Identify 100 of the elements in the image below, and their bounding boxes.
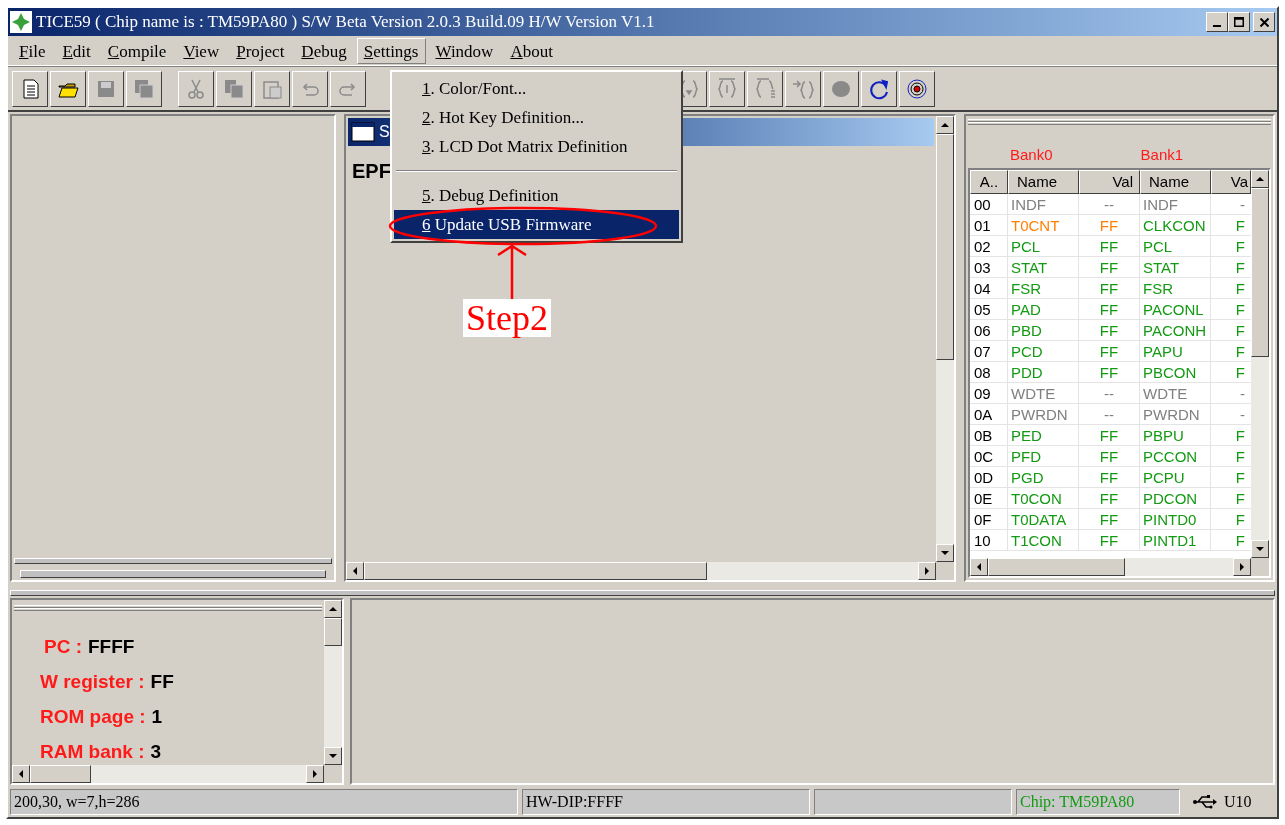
child-window-title: S — [379, 122, 390, 142]
scroll-thumb[interactable] — [936, 134, 954, 360]
table-cell: FSR — [1140, 278, 1211, 298]
table-cell: STAT — [1140, 257, 1211, 277]
triangle-right-icon — [311, 769, 319, 779]
menu-item[interactable]: View — [176, 37, 227, 64]
triangle-right-icon — [1238, 562, 1246, 572]
triangle-left-icon — [975, 562, 983, 572]
scroll-left-button[interactable] — [12, 765, 30, 783]
menu-item[interactable]: Window — [428, 37, 501, 64]
scroll-left-button[interactable] — [970, 558, 988, 576]
table-cell: 0E — [970, 488, 1008, 508]
vertical-scrollbar[interactable] — [1251, 170, 1269, 558]
scroll-right-button[interactable] — [918, 562, 936, 580]
close-icon — [1259, 17, 1269, 27]
table-cell-text: F — [1234, 342, 1246, 361]
toolbar-button[interactable] — [292, 70, 328, 107]
toolbar-button[interactable] — [88, 70, 124, 107]
status-chip: Chip: TM59PA80 — [1016, 789, 1180, 815]
menu-item[interactable]: Edit — [55, 37, 98, 64]
table-cell: PDD — [1008, 362, 1079, 382]
table-cell: 01 — [970, 215, 1008, 235]
menu-item[interactable]: File — [12, 37, 53, 64]
table-cell-text: F — [1234, 300, 1246, 319]
table-cell-text: F — [1234, 363, 1246, 382]
scroll-thumb[interactable] — [1251, 188, 1269, 357]
table-cell: PAD — [1008, 299, 1079, 319]
column-header[interactable]: Val — [1079, 170, 1140, 194]
scroll-thumb[interactable] — [30, 765, 91, 783]
horizontal-scrollbar[interactable] — [12, 765, 324, 783]
status-position: 200,30, w=7,h=286 — [10, 789, 518, 815]
menu-item[interactable]: 6 Update USB Firmware — [394, 210, 679, 239]
triangle-down-icon — [940, 549, 950, 557]
toolbar-button[interactable] — [823, 70, 859, 107]
scroll-down-button[interactable] — [1251, 540, 1269, 558]
scroll-thumb[interactable] — [324, 618, 342, 647]
vertical-scrollbar[interactable] — [324, 600, 342, 765]
panel-grip[interactable] — [14, 604, 322, 612]
menu-item[interactable]: 1. Color/Font... — [394, 74, 679, 103]
toolbar-button[interactable] — [126, 70, 162, 107]
vertical-scrollbar[interactable] — [936, 116, 954, 562]
column-header[interactable]: Name — [1008, 170, 1079, 194]
toolbar-button[interactable] — [747, 70, 783, 107]
triangle-down-icon — [1255, 545, 1265, 553]
table-cell: FF — [1079, 320, 1140, 340]
horizontal-scrollbar[interactable] — [346, 562, 936, 580]
toolbar-button[interactable] — [12, 70, 48, 107]
table-cell: INDF — [1140, 194, 1211, 214]
menu-item[interactable]: Debug — [294, 37, 354, 64]
toolbar-button[interactable] — [216, 70, 252, 107]
scroll-left-button[interactable] — [346, 562, 364, 580]
braces-icon — [715, 76, 739, 101]
scroll-up-button[interactable] — [324, 600, 342, 618]
scroll-up-button[interactable] — [936, 116, 954, 134]
panel-grip[interactable] — [968, 118, 1271, 126]
menu-item[interactable]: Project — [229, 37, 292, 64]
toolbar-button[interactable] — [254, 70, 290, 107]
table-cell: STAT — [1008, 257, 1079, 277]
table-cell: PCD — [1008, 341, 1079, 361]
toolbar-button[interactable] — [899, 70, 935, 107]
table-cell: PCL — [1140, 236, 1211, 256]
table-cell: PBCON — [1140, 362, 1211, 382]
table-cell-text: F — [1234, 531, 1246, 550]
scroll-thumb[interactable] — [988, 558, 1126, 576]
status-value: 3 — [150, 740, 162, 764]
scroll-down-button[interactable] — [324, 747, 342, 765]
table-cell: PCCON — [1140, 446, 1211, 466]
column-header[interactable]: Name — [1140, 170, 1211, 194]
toolbar-button[interactable] — [178, 70, 214, 107]
close-button[interactable] — [1253, 12, 1275, 32]
table-cell: PACONH — [1140, 320, 1211, 340]
toolbar-button[interactable] — [330, 70, 366, 107]
menu-item[interactable]: 5. Debug Definition — [394, 181, 679, 210]
table-cell: PACONL — [1140, 299, 1211, 319]
menu-item[interactable]: 2. Hot Key Definition... — [394, 103, 679, 132]
triangle-up-icon — [1255, 175, 1265, 183]
triangle-left-icon — [17, 769, 25, 779]
table-cell: PBD — [1008, 320, 1079, 340]
scroll-right-button[interactable] — [1233, 558, 1251, 576]
minimize-button[interactable] — [1206, 12, 1228, 32]
maximize-button[interactable] — [1228, 12, 1250, 32]
menu-item[interactable]: Compile — [100, 37, 174, 64]
scroll-right-button[interactable] — [306, 765, 324, 783]
menu-item[interactable]: Settings — [356, 37, 426, 64]
table-cell: WDTE — [1008, 383, 1079, 403]
scroll-down-button[interactable] — [936, 544, 954, 562]
table-cell: 03 — [970, 257, 1008, 277]
toolbar-button[interactable] — [785, 70, 821, 107]
menu-item[interactable]: 3. LCD Dot Matrix Definition — [394, 132, 679, 161]
horizontal-scrollbar[interactable] — [970, 558, 1251, 576]
toolbar-button[interactable] — [50, 70, 86, 107]
column-header[interactable]: A.. — [970, 170, 1008, 194]
toolbar-button[interactable] — [709, 70, 745, 107]
scroll-up-button[interactable] — [1251, 170, 1269, 188]
table-cell: 00 — [970, 194, 1008, 214]
menu-item[interactable]: About — [503, 37, 560, 64]
toolbar-button[interactable] — [861, 70, 897, 107]
scroll-thumb[interactable] — [364, 562, 708, 580]
column-header[interactable]: Va — [1211, 170, 1251, 194]
table-cell: 10 — [970, 530, 1008, 550]
